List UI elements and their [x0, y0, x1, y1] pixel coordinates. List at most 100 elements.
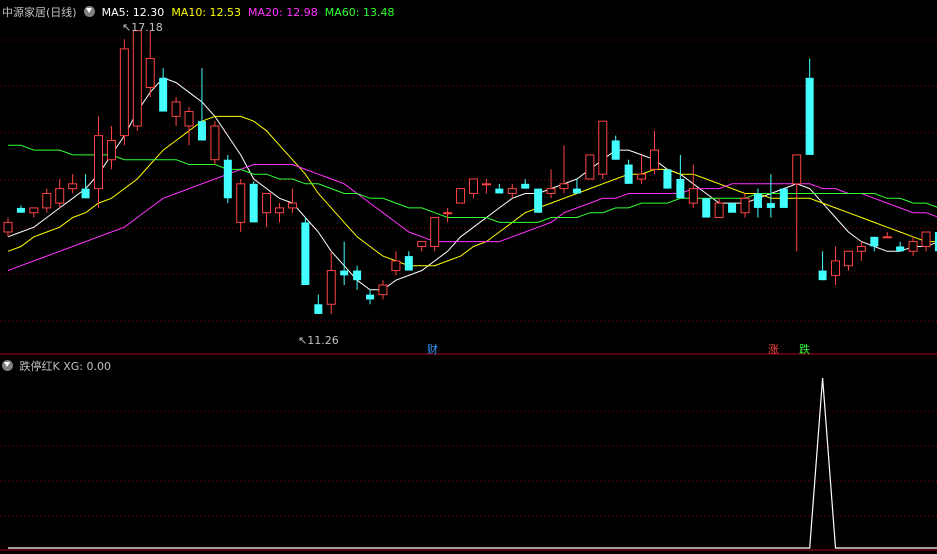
candle-body	[534, 188, 543, 213]
candle	[262, 192, 272, 228]
candle	[68, 174, 78, 194]
candle	[585, 154, 595, 180]
candle-body	[637, 173, 647, 180]
xg-name: XG	[63, 360, 80, 373]
candle-body	[417, 241, 427, 247]
collapse-toggle-icon[interactable]	[2, 360, 13, 371]
ma-legend: MA5: 12.30 MA10: 12.53 MA20: 12.98 MA60: 13…	[102, 6, 402, 19]
candle	[598, 120, 608, 179]
candle	[366, 289, 375, 305]
candle	[16, 205, 25, 213]
indicator-title: 跌停红K	[19, 360, 60, 373]
candle	[921, 231, 931, 252]
candle	[29, 207, 39, 218]
candle	[728, 203, 737, 213]
candle	[145, 30, 155, 98]
candle-body	[55, 188, 65, 204]
candle	[495, 183, 504, 194]
candle	[702, 198, 711, 218]
xg-line	[8, 377, 937, 549]
candle-body	[676, 179, 685, 199]
candle-body	[688, 188, 698, 204]
candle	[171, 97, 181, 126]
candle	[870, 236, 879, 252]
candle-body	[908, 241, 918, 252]
candle	[481, 179, 491, 194]
candle-body	[366, 294, 375, 300]
candle-body	[314, 304, 323, 314]
candle	[249, 181, 258, 223]
candle-body	[326, 270, 336, 305]
candle	[805, 58, 814, 155]
candle	[546, 169, 556, 199]
candle-body	[184, 111, 194, 127]
candle-body	[16, 207, 25, 213]
event-marker-limit-down[interactable]: 跌	[799, 341, 810, 357]
candle	[314, 294, 323, 314]
candle-body	[249, 183, 258, 223]
candle	[572, 179, 581, 194]
candle	[753, 188, 762, 218]
candle-body	[119, 48, 129, 137]
candle	[159, 68, 168, 112]
low-price-label: ↖11.26	[298, 334, 339, 347]
collapse-toggle-icon[interactable]	[84, 6, 96, 17]
candle-body	[831, 260, 841, 276]
candle-body	[559, 183, 569, 190]
high-arrow-icon: ↖	[122, 21, 132, 34]
candle-body	[378, 284, 388, 296]
candle-body	[340, 270, 349, 276]
candle-body	[275, 207, 285, 214]
candle-body	[856, 245, 866, 252]
candle-body	[650, 149, 659, 170]
candle	[882, 232, 892, 239]
candle	[611, 135, 620, 160]
candle-body	[223, 159, 232, 199]
candle	[443, 207, 453, 223]
indicator-header: 跌停红K XG: 0.00	[2, 358, 111, 374]
candle-body	[29, 207, 39, 214]
candle	[353, 265, 362, 290]
candle	[430, 217, 440, 252]
candle	[326, 251, 336, 314]
candle-body	[521, 183, 530, 189]
event-marker-limit-up[interactable]: 涨	[768, 341, 779, 357]
candle	[663, 169, 672, 189]
candle-body	[3, 221, 13, 233]
candle	[275, 203, 285, 223]
candle	[287, 188, 297, 213]
candle-body	[430, 217, 440, 247]
candle-body	[766, 203, 775, 208]
candle-body	[779, 188, 788, 208]
candle-body	[159, 77, 168, 112]
ma-legend-ma5: MA5: 12.30	[101, 6, 165, 19]
candle	[896, 241, 905, 252]
candle	[378, 280, 388, 300]
candle	[468, 178, 478, 199]
candle	[94, 116, 104, 208]
event-marker-finance[interactable]: 财	[427, 341, 438, 357]
candle-body	[663, 169, 672, 189]
panel-title: 中源家居(日线)	[2, 6, 77, 19]
indicator-group	[8, 377, 937, 549]
candle-body	[870, 236, 879, 247]
candle-body	[145, 58, 155, 88]
candle-body	[805, 77, 814, 155]
candle	[766, 174, 775, 218]
candle	[197, 68, 206, 141]
candle-body	[262, 192, 272, 214]
candle-body	[792, 154, 802, 185]
candle	[210, 121, 220, 165]
candle-body	[353, 270, 362, 281]
candle	[340, 241, 349, 285]
candle	[779, 188, 788, 208]
candle-body	[81, 188, 90, 199]
candle	[856, 241, 866, 261]
candle-body	[921, 231, 931, 247]
candle	[792, 154, 802, 252]
candle	[456, 188, 466, 204]
candle	[908, 236, 918, 257]
candle	[236, 179, 246, 232]
candle-body	[197, 121, 206, 141]
candle-body	[896, 246, 905, 252]
